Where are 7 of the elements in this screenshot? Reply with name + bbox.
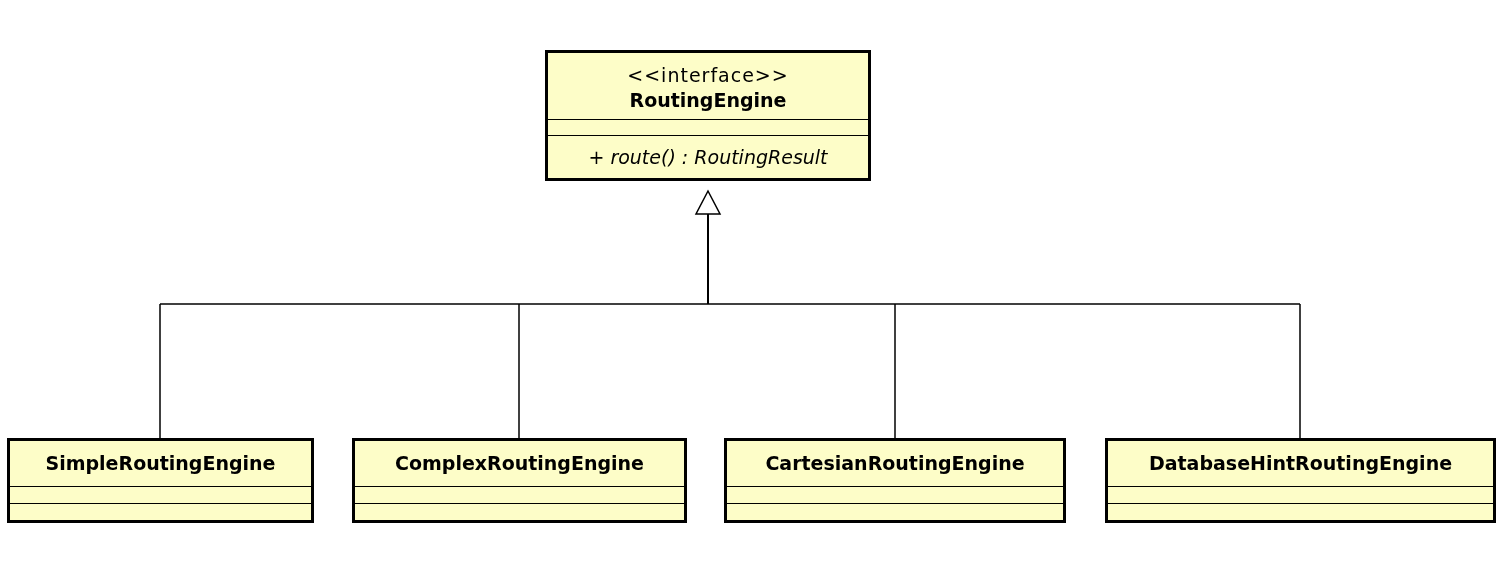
- class-name: CartesianRoutingEngine: [765, 451, 1025, 477]
- interface-name: RoutingEngine: [629, 88, 787, 113]
- operation-label: + route() : RoutingResult: [588, 145, 828, 170]
- class-name: ComplexRoutingEngine: [395, 451, 644, 477]
- class-name: DatabaseHintRoutingEngine: [1148, 451, 1453, 477]
- stereotype-label: <<interface>>: [627, 63, 789, 87]
- class-name: SimpleRoutingEngine: [45, 451, 276, 477]
